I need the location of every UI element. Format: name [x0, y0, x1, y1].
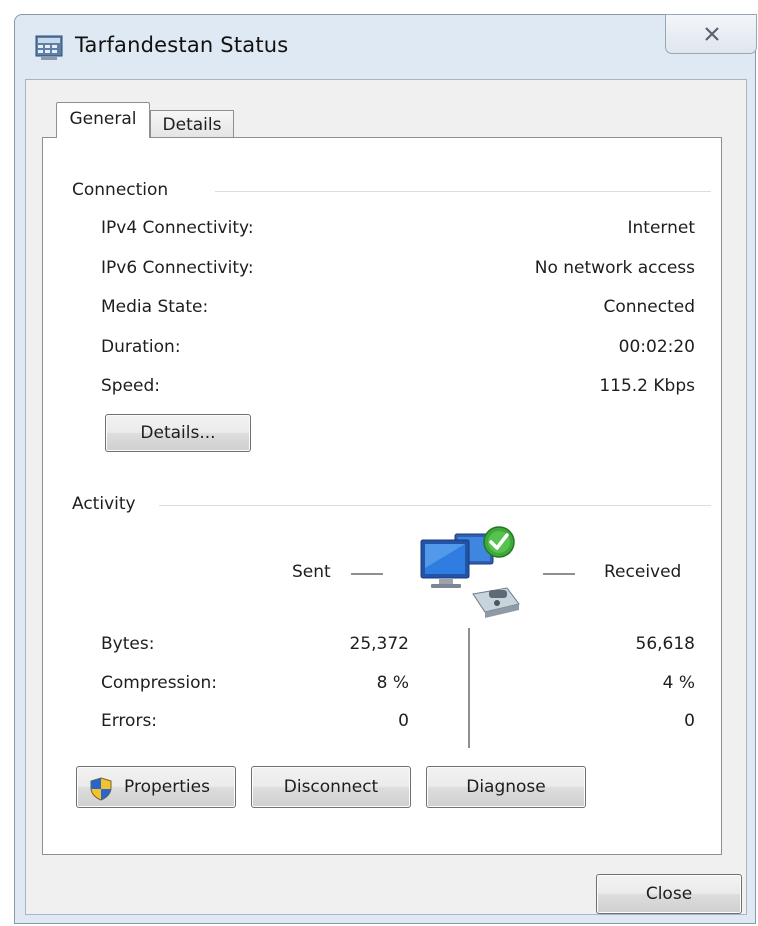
tab-general[interactable]: General — [56, 102, 150, 138]
ipv6-label: IPv6 Connectivity: — [101, 258, 254, 278]
close-button-label: Close — [645, 884, 693, 904]
speed-value: 115.2 Kbps — [599, 376, 695, 396]
window-close-button[interactable] — [665, 14, 757, 54]
activity-divider — [159, 505, 711, 506]
network-connection-icon — [35, 35, 63, 61]
errors-sent-value: 0 — [398, 711, 409, 731]
duration-label: Duration: — [101, 337, 181, 357]
diagnose-button[interactable]: Diagnose — [426, 766, 586, 808]
window-title: Tarfandestan Status — [75, 33, 289, 57]
general-tab-panel: Connection IPv4 Connectivity: Internet I… — [42, 137, 722, 855]
bytes-sent-value: 25,372 — [349, 634, 409, 654]
tab-general-label: General — [69, 109, 137, 129]
received-connector-line — [543, 573, 575, 575]
diagnose-button-label: Diagnose — [466, 777, 546, 797]
compression-label: Compression: — [101, 673, 218, 693]
speed-label: Speed: — [101, 376, 161, 396]
errors-label: Errors: — [101, 711, 158, 731]
duration-value: 00:02:20 — [618, 337, 695, 357]
bytes-received-value: 56,618 — [635, 634, 695, 654]
connection-divider — [215, 191, 711, 192]
sent-label: Sent — [292, 562, 331, 582]
received-label: Received — [604, 562, 682, 582]
connection-details-button[interactable]: Details... — [105, 414, 251, 452]
dialog-client-area: Details General Connection IPv4 Connecti… — [25, 79, 747, 915]
network-activity-icon — [415, 524, 527, 620]
connection-details-button-label: Details... — [140, 423, 216, 443]
tab-details-label: Details — [162, 115, 222, 135]
uac-shield-icon — [89, 776, 113, 801]
media-state-label: Media State: — [101, 297, 209, 317]
title-bar[interactable]: Tarfandestan Status — [15, 14, 757, 77]
status-window: Tarfandestan Status Details General Conn… — [14, 14, 757, 924]
sent-connector-line — [351, 573, 383, 575]
disconnect-button-label: Disconnect — [283, 777, 379, 797]
compression-sent-value: 8 % — [376, 673, 409, 693]
connection-group-title: Connection — [72, 180, 169, 200]
activity-group-title: Activity — [72, 494, 136, 514]
ipv4-label: IPv4 Connectivity: — [101, 218, 254, 238]
close-icon — [705, 27, 719, 41]
properties-button-label: Properties — [124, 777, 210, 797]
media-state-value: Connected — [603, 297, 695, 317]
errors-received-value: 0 — [684, 711, 695, 731]
disconnect-button[interactable]: Disconnect — [251, 766, 411, 808]
close-button[interactable]: Close — [596, 874, 742, 914]
tab-details[interactable]: Details — [150, 110, 234, 138]
properties-button[interactable]: Properties — [76, 766, 236, 808]
bytes-label: Bytes: — [101, 634, 155, 654]
activity-column-divider — [468, 628, 470, 748]
ipv4-value: Internet — [627, 218, 695, 238]
compression-received-value: 4 % — [662, 673, 695, 693]
ipv6-value: No network access — [534, 258, 695, 278]
